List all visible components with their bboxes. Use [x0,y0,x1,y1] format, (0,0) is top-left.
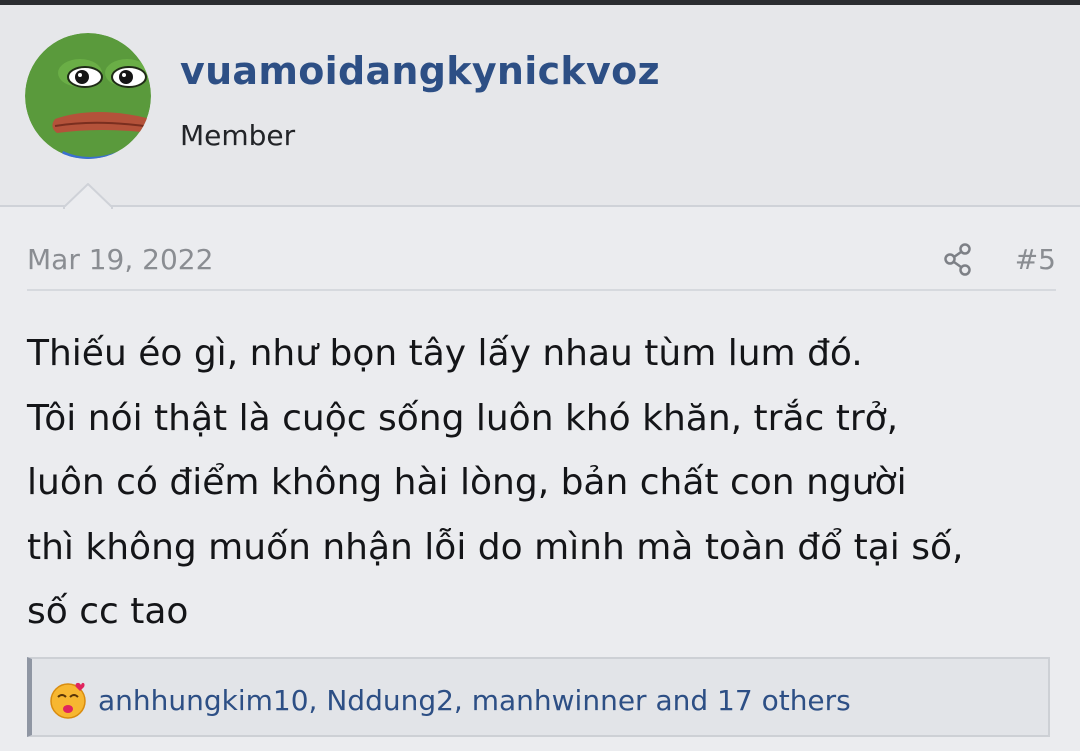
user-avatar[interactable] [25,33,151,159]
post-body-line: thì không muốn nhận lỗi do mình mà toàn … [27,526,964,568]
post-body-line: luôn có điểm không hài lòng, bản chất co… [27,462,907,503]
username-link[interactable]: vuamoidangkynickvoz [180,49,660,93]
reactions-bar[interactable]: anhhungkim10, Nddung2, manhwinner and 17… [27,657,1050,737]
reactors-list-link[interactable]: anhhungkim10, Nddung2, manhwinner and 17… [98,684,851,717]
post-date-link[interactable]: Mar 19, 2022 [27,243,213,276]
share-icon[interactable] [943,243,975,277]
user-title: Member [180,119,296,152]
header-caret-icon [63,183,113,209]
post-user-header: vuamoidangkynickvoz Member [0,5,1080,207]
post-body-line: Tôi nói thật là cuộc sống luôn khó khăn,… [27,397,899,439]
pepe-frog-avatar-icon [25,33,151,159]
kiss-emoji-icon [50,682,86,719]
post-number-link[interactable]: #5 [1015,243,1056,276]
post-body-line: Thiếu éo gì, như bọn tây lấy nhau tùm lu… [27,333,863,374]
post-body-line: số cc tao [27,591,189,632]
post-body: Thiếu éo gì, như bọn tây lấy nhau tùm lu… [27,322,1067,645]
post-meta-bar: Mar 19, 2022 #5 [27,243,1056,291]
